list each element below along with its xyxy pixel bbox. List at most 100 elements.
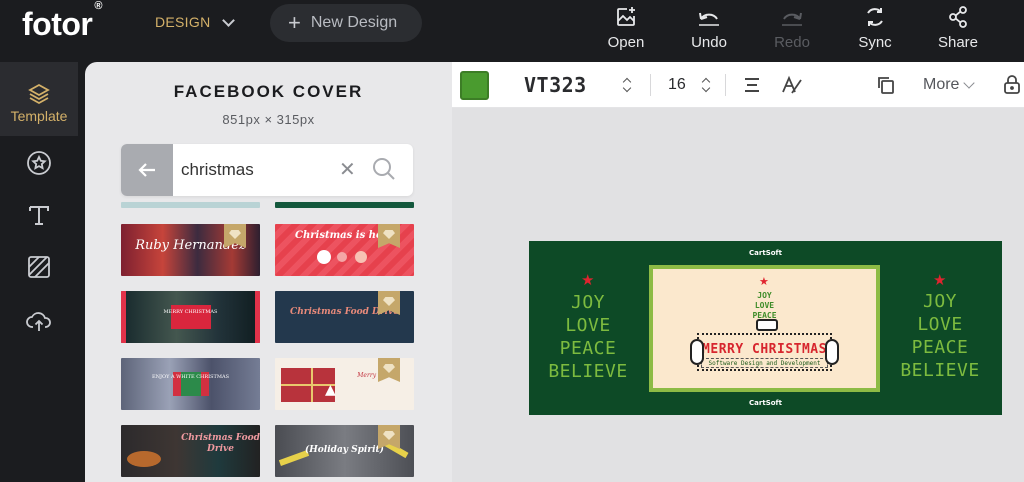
search-back-button[interactable] (121, 144, 173, 196)
word-text: LOVE (565, 315, 611, 336)
undo-label: Undo (691, 34, 727, 51)
font-size-input[interactable]: 16 (668, 76, 686, 94)
open-button[interactable]: Open (591, 4, 661, 51)
template-thumbnail[interactable]: (Holiday Spirit) (275, 425, 414, 477)
fotor-logo[interactable]: fotor ® (22, 0, 102, 43)
template-thumbnail[interactable]: ENJOY A WHITE CHRISTMAS (121, 358, 260, 410)
cloud-upload-icon (26, 312, 51, 331)
template-thumbnail[interactable]: Christmas Food Drive (121, 425, 260, 477)
image-plus-icon (591, 4, 661, 30)
redo-button[interactable]: Redo (757, 4, 827, 51)
rail-item-label: Template (10, 108, 68, 124)
arrow-left-icon (138, 163, 155, 177)
star-circle-icon (27, 151, 51, 175)
layers-icon (28, 83, 50, 105)
template-title: ENJOY A WHITE CHRISTMAS (151, 374, 230, 380)
brand-bottom-text[interactable]: CartSoft (529, 399, 1002, 407)
word-text: LOVE (917, 314, 963, 335)
chevron-down-icon (963, 76, 976, 89)
share-button[interactable]: Share (923, 4, 993, 51)
resize-handle-right[interactable] (825, 339, 839, 365)
resize-handle-left[interactable] (690, 339, 704, 365)
template-thumbnail[interactable] (275, 202, 414, 208)
rail-item-upload[interactable] (0, 308, 78, 334)
word-text: PEACE (911, 337, 969, 358)
template-search-bar: ✕ (121, 144, 413, 196)
premium-badge-icon (378, 224, 400, 248)
font-family-select[interactable]: VT323 (524, 73, 587, 97)
word-text: JOY (922, 291, 957, 312)
rail-item-text[interactable] (0, 202, 78, 228)
logo-registered-mark: ® (94, 0, 102, 13)
redo-label: Redo (774, 34, 810, 51)
star-icon: ★ (933, 271, 947, 289)
plus-icon: + (288, 10, 301, 35)
canvas-workspace[interactable]: CartSoft CartSoft ★ JOY LOVE PEACE BELIE… (452, 108, 1024, 482)
text-toolbar: VT323 16 More (452, 62, 1024, 108)
template-thumbnail[interactable]: Christmas Food Drive (275, 291, 414, 343)
more-menu-button[interactable]: More (923, 76, 976, 94)
rail-item-elements[interactable] (0, 150, 78, 176)
left-word-stack[interactable]: JOY LOVE PEACE BELIEVE (543, 291, 633, 383)
undo-button[interactable]: Undo (674, 4, 744, 51)
search-input[interactable] (181, 156, 331, 184)
panel-title: FACEBOOK COVER (173, 82, 364, 101)
lock-icon[interactable] (1002, 73, 1022, 95)
design-menu[interactable]: DESIGN (155, 13, 236, 30)
logo-text: fotor (22, 6, 93, 42)
more-label: More (923, 76, 960, 93)
text-icon (29, 206, 49, 225)
duplicate-icon[interactable] (876, 75, 896, 95)
word-text: JOY (570, 292, 605, 313)
right-word-stack[interactable]: JOY LOVE PEACE BELIEVE (895, 290, 985, 382)
star-icon: ★ (759, 275, 769, 288)
brand-top-text[interactable]: CartSoft (529, 249, 1002, 257)
rail-item-template[interactable]: Template (0, 62, 78, 136)
template-panel: FACEBOOK COVER 851px × 315px ✕ Ruby Hern… (85, 62, 452, 482)
panel-dimensions: 851px × 315px (222, 112, 315, 127)
undo-icon (674, 4, 744, 30)
open-label: Open (607, 34, 645, 51)
new-design-button[interactable]: + New Design (270, 4, 422, 42)
text-color-swatch[interactable] (460, 71, 489, 100)
selection-frame (697, 333, 832, 371)
background-pattern-icon (28, 256, 50, 278)
template-thumbnail[interactable]: MERRY CHRISTMAS (121, 291, 260, 343)
template-thumbnail[interactable] (121, 202, 260, 208)
design-canvas[interactable]: CartSoft CartSoft ★ JOY LOVE PEACE BELIE… (529, 241, 1002, 415)
chevron-down-icon (222, 13, 236, 27)
toolbar-divider (725, 74, 726, 96)
template-title: Christmas Food Drive (181, 433, 260, 454)
sync-icon (840, 4, 910, 30)
word-text: BELIEVE (548, 361, 628, 382)
text-style-icon[interactable] (780, 75, 802, 95)
center-card[interactable]: ★ JOY LOVE PEACE MERRY CHRISTMAS Softwar… (649, 265, 880, 392)
sync-label: Sync (858, 34, 892, 51)
search-icon[interactable] (371, 156, 397, 182)
template-title: MERRY CHRISTMAS (163, 309, 218, 315)
toolbar-divider (650, 74, 651, 96)
rail-item-background[interactable] (0, 254, 78, 280)
font-size-stepper-icon[interactable] (701, 76, 711, 94)
word-text: PEACE (559, 338, 617, 359)
redo-icon (757, 4, 827, 30)
top-bar: fotor ® DESIGN + New Design Open Undo Re… (0, 0, 1024, 62)
clear-search-icon[interactable]: ✕ (339, 157, 356, 181)
template-title: (Holiday Spirit) (305, 445, 384, 455)
star-icon: ★ (581, 271, 595, 289)
rotate-handle[interactable] (756, 319, 778, 331)
design-menu-label: DESIGN (155, 14, 211, 30)
word-text: BELIEVE (900, 360, 980, 381)
share-label: Share (937, 34, 979, 51)
template-grid: Ruby Hernandez Christmas is here MERRY C… (121, 202, 416, 482)
tree-word: LOVE (754, 301, 775, 310)
align-center-icon[interactable] (743, 76, 761, 94)
new-design-label: New Design (310, 14, 398, 31)
sync-button[interactable]: Sync (840, 4, 910, 51)
left-rail: Template (0, 62, 85, 482)
template-thumbnail[interactable]: ▲ Merry xmas (275, 358, 414, 410)
font-family-stepper-icon[interactable] (622, 76, 632, 94)
share-icon (923, 4, 993, 30)
template-thumbnail[interactable]: Christmas is here (275, 224, 414, 276)
template-thumbnail[interactable]: Ruby Hernandez (121, 224, 260, 276)
